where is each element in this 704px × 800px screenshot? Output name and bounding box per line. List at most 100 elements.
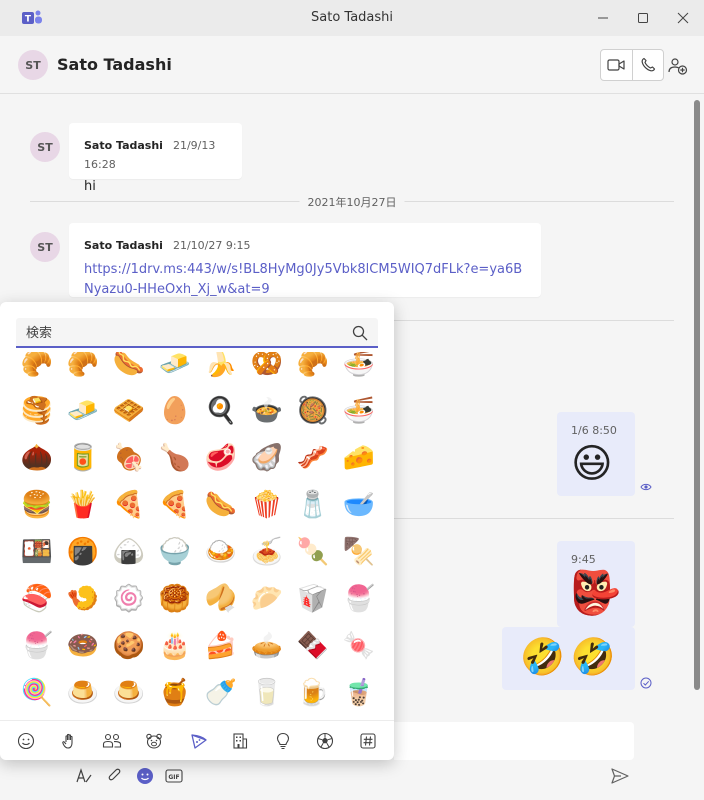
- emoji-item[interactable]: 🍜: [336, 352, 382, 387]
- emoji-item[interactable]: 🍼: [198, 669, 244, 716]
- category-animals[interactable]: [142, 729, 166, 753]
- emoji-item[interactable]: 🍘: [60, 528, 106, 575]
- emoji-item[interactable]: 🍱: [14, 528, 60, 575]
- emoji-item[interactable]: 🥘: [290, 387, 336, 434]
- emoji-item[interactable]: 🍤: [60, 575, 106, 622]
- emoji-item[interactable]: 🍳: [198, 387, 244, 434]
- emoji-glyph: 🍜: [342, 395, 376, 426]
- category-smileys[interactable]: [14, 729, 38, 753]
- attach-button[interactable]: [105, 766, 125, 786]
- emoji-item[interactable]: 🍚: [152, 528, 198, 575]
- sent-check-icon: [640, 677, 652, 689]
- emoji-item[interactable]: 🍮: [106, 669, 152, 716]
- minimize-button[interactable]: [588, 6, 618, 30]
- emoji-item[interactable]: 🥫: [60, 434, 106, 481]
- avatar[interactable]: ST: [30, 232, 60, 262]
- emoji-item[interactable]: 🧈: [60, 387, 106, 434]
- emoji-item[interactable]: 🍧: [336, 575, 382, 622]
- category-food[interactable]: [187, 729, 211, 753]
- emoji-item[interactable]: 🍰: [198, 622, 244, 669]
- compose-box[interactable]: [394, 722, 634, 760]
- emoji-item[interactable]: 🌭: [106, 352, 152, 387]
- emoji-item[interactable]: 🍯: [152, 669, 198, 716]
- emoji-item[interactable]: 🍥: [106, 575, 152, 622]
- emoji-item[interactable]: 🥞: [14, 387, 60, 434]
- emoji-item[interactable]: 🍭: [14, 669, 60, 716]
- emoji-item[interactable]: 🥠: [198, 575, 244, 622]
- gif-button[interactable]: GIF: [164, 766, 184, 786]
- emoji-item[interactable]: 🧂: [290, 481, 336, 528]
- emoji-item[interactable]: 🥮: [152, 575, 198, 622]
- emoji-item[interactable]: 🥧: [244, 622, 290, 669]
- avatar[interactable]: ST: [30, 132, 60, 162]
- emoji-item[interactable]: 🍢: [336, 528, 382, 575]
- emoji-item[interactable]: 🧇: [106, 387, 152, 434]
- message-bubble: Sato Tadashi 21/10/27 9:15 https://1drv.m…: [69, 223, 541, 297]
- category-objects[interactable]: [271, 729, 295, 753]
- emoji-glyph: 🥠: [204, 583, 238, 614]
- emoji-item[interactable]: 🍟: [60, 481, 106, 528]
- emoji-item[interactable]: 🥟: [244, 575, 290, 622]
- emoji-item[interactable]: 🍖: [106, 434, 152, 481]
- emoji-item[interactable]: 🎂: [152, 622, 198, 669]
- emoji-glyph: 🍳: [204, 395, 238, 426]
- add-people-button[interactable]: [666, 54, 690, 78]
- emoji-item[interactable]: 🍮: [60, 669, 106, 716]
- audio-call-button[interactable]: [631, 50, 664, 80]
- maximize-button[interactable]: [628, 6, 658, 30]
- emoji-item[interactable]: 🍣: [14, 575, 60, 622]
- emoji-item[interactable]: 🍕: [152, 481, 198, 528]
- category-people[interactable]: [100, 729, 124, 753]
- message-bubble: Sato Tadashi 21/9/13 16:28 hi: [69, 123, 242, 194]
- video-call-button[interactable]: [601, 50, 632, 80]
- emoji-item[interactable]: 🍌: [198, 352, 244, 387]
- emoji-item[interactable]: 🍙: [106, 528, 152, 575]
- close-button[interactable]: [668, 6, 698, 30]
- emoji-item[interactable]: 🥣: [336, 481, 382, 528]
- emoji-item[interactable]: 🍪: [106, 622, 152, 669]
- emoji-item[interactable]: 🍿: [244, 481, 290, 528]
- emoji-item[interactable]: 🍛: [198, 528, 244, 575]
- category-hands[interactable]: [58, 729, 82, 753]
- emoji-item[interactable]: 🥛: [244, 669, 290, 716]
- emoji-item[interactable]: 🧀: [336, 434, 382, 481]
- message-link[interactable]: https://1drv.ms:443/w/s!BL8HyMg0Jy5Vbk8l…: [84, 260, 526, 300]
- emoji-item[interactable]: 🥩: [198, 434, 244, 481]
- emoji-button[interactable]: [135, 766, 155, 786]
- emoji-glyph: 🎂: [158, 630, 192, 661]
- emoji-item[interactable]: 🍜: [336, 387, 382, 434]
- emoji-item[interactable]: 🌭: [198, 481, 244, 528]
- emoji-item[interactable]: 🍝: [244, 528, 290, 575]
- emoji-item[interactable]: 🍩: [60, 622, 106, 669]
- emoji-item[interactable]: 🥐: [60, 352, 106, 387]
- emoji-item[interactable]: 🥨: [244, 352, 290, 387]
- search-icon[interactable]: [352, 325, 368, 341]
- category-places[interactable]: [228, 729, 252, 753]
- emoji-item[interactable]: 🍕: [106, 481, 152, 528]
- emoji-item[interactable]: 🥚: [152, 387, 198, 434]
- category-symbols[interactable]: [356, 729, 380, 753]
- send-button[interactable]: [610, 766, 630, 786]
- emoji-item[interactable]: 🍔: [14, 481, 60, 528]
- category-activities[interactable]: [313, 729, 337, 753]
- emoji-item[interactable]: 🦪: [244, 434, 290, 481]
- emoji-item[interactable]: 🥓: [290, 434, 336, 481]
- emoji-item[interactable]: 🥐: [14, 352, 60, 387]
- emoji-item[interactable]: 🥐: [290, 352, 336, 387]
- emoji-item[interactable]: 🍲: [244, 387, 290, 434]
- format-button[interactable]: [74, 766, 94, 786]
- emoji-item[interactable]: 🧈: [152, 352, 198, 387]
- hand-icon: [62, 733, 73, 749]
- emoji-item[interactable]: 🍧: [14, 622, 60, 669]
- emoji-item[interactable]: 🍬: [336, 622, 382, 669]
- emoji-item[interactable]: 🥡: [290, 575, 336, 622]
- emoji-item[interactable]: 🍡: [290, 528, 336, 575]
- emoji-item[interactable]: 🍗: [152, 434, 198, 481]
- scrollbar[interactable]: [694, 100, 700, 690]
- emoji-search-input[interactable]: [26, 323, 346, 343]
- avatar[interactable]: ST: [18, 50, 48, 80]
- emoji-item[interactable]: 🌰: [14, 434, 60, 481]
- emoji-item[interactable]: 🍫: [290, 622, 336, 669]
- emoji-item[interactable]: 🍺: [290, 669, 336, 716]
- emoji-item[interactable]: 🧋: [336, 669, 382, 716]
